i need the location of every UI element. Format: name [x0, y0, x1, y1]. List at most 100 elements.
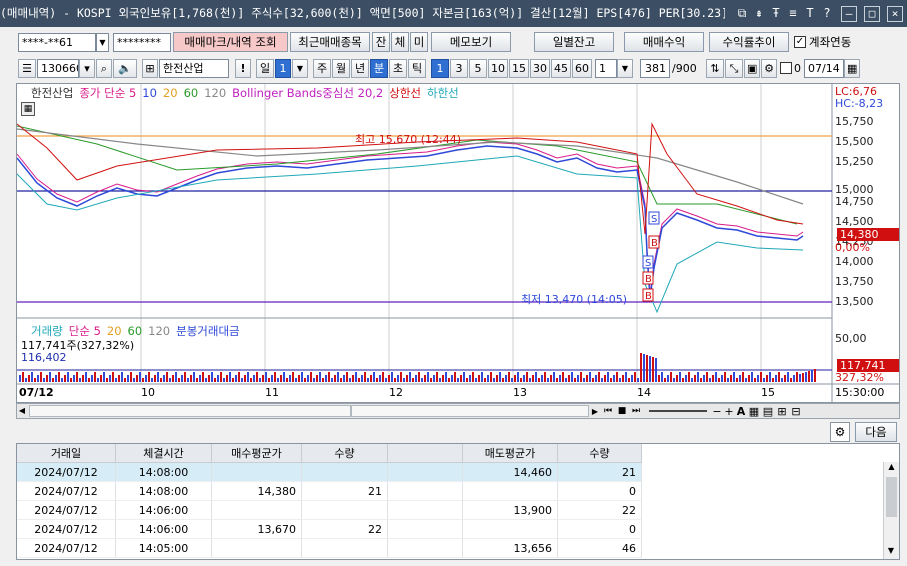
zoom-slider[interactable] — [649, 410, 707, 412]
period-month[interactable]: 월 — [332, 58, 350, 78]
scroll-right-icon[interactable]: ▶ — [589, 407, 601, 416]
daily-balance-button[interactable]: 일별잔고 — [534, 32, 614, 52]
window-restore-icon[interactable]: ⧉ — [735, 0, 749, 27]
unfilled-button[interactable]: 미 — [410, 32, 428, 52]
period-tick[interactable]: 틱 — [408, 58, 426, 78]
line-tool-icon[interactable]: ⤡ — [725, 58, 743, 78]
zoom-out-icon[interactable]: − — [711, 405, 723, 418]
trend-tool-icon[interactable]: ⇅ — [706, 58, 724, 78]
interval-1[interactable]: 1 — [431, 58, 449, 78]
volume-bar — [493, 378, 495, 382]
next-page-icon[interactable]: ⏭ — [629, 406, 643, 416]
zoom-in-icon[interactable]: + — [723, 405, 735, 418]
memo-button[interactable]: 메모보기 — [431, 32, 511, 52]
stock-code-input[interactable]: 130660 — [37, 58, 79, 78]
account-dropdown-icon[interactable]: ▼ — [96, 32, 109, 52]
period-year[interactable]: 년 — [351, 58, 369, 78]
font-icon[interactable]: A — [735, 405, 747, 418]
volume-bar — [214, 378, 216, 382]
interval-60[interactable]: 60 — [572, 58, 592, 78]
indicator-icon[interactable]: ⊞ — [775, 405, 789, 418]
volume-bar — [751, 372, 753, 382]
pin-icon[interactable]: ⇞ — [752, 0, 766, 27]
table-row[interactable]: 2024/07/12 14:06:00 13,900 22 — [17, 501, 899, 520]
next-button[interactable]: 다음 — [855, 422, 897, 442]
interval-30[interactable]: 30 — [530, 58, 550, 78]
interval-select[interactable]: 1 — [595, 58, 617, 78]
first-page-icon[interactable]: ⏮ — [601, 406, 615, 416]
zero-checkbox[interactable] — [780, 62, 792, 74]
speaker-icon[interactable]: 🔈▾ — [113, 58, 137, 92]
price-chart-panel[interactable]: S B S B B 최고 15,670 (12:44) 최저 13,470 (14:05) … — [16, 83, 900, 403]
calendar-icon[interactable]: ▦ — [844, 58, 860, 78]
table-scrollbar[interactable]: ▲ ▼ — [883, 462, 899, 559]
interval-15[interactable]: 15 — [509, 58, 529, 78]
date-input[interactable]: 07/14 — [804, 58, 844, 78]
volume-bar — [694, 375, 696, 382]
close-icon[interactable]: × — [887, 5, 903, 22]
text-icon[interactable]: T — [803, 0, 817, 27]
day-count[interactable]: 1 — [275, 58, 291, 78]
interval-5[interactable]: 5 — [469, 58, 487, 78]
day-count-dropdown-icon[interactable]: ▼ — [292, 58, 308, 78]
filled-button[interactable]: 체 — [391, 32, 409, 52]
stop-icon[interactable]: ■ — [615, 406, 629, 416]
scroll-thumb[interactable] — [351, 405, 589, 417]
table-cell: 14,460 — [463, 463, 558, 482]
layout-icon[interactable]: ▤ — [761, 405, 775, 418]
count-input[interactable]: 381 — [640, 58, 670, 78]
interval-45[interactable]: 45 — [551, 58, 571, 78]
period-week[interactable]: 주 — [313, 58, 331, 78]
minimize-icon[interactable]: – — [841, 5, 857, 22]
account-select[interactable]: ****-**61 — [18, 32, 96, 52]
table-row[interactable]: 2024/07/12 14:08:00 14,460 21 — [17, 463, 899, 482]
account-link-checkbox[interactable]: ✓ — [794, 36, 806, 48]
trade-profit-button[interactable]: 매매수익 — [624, 32, 704, 52]
grid-icon[interactable]: ▦ — [747, 405, 761, 418]
compare-icon[interactable]: ⊟ — [789, 405, 803, 418]
interval-3[interactable]: 3 — [450, 58, 468, 78]
volume-bar — [316, 375, 318, 382]
alert-icon[interactable]: ! — [235, 58, 251, 78]
table-cell: 22 — [302, 520, 388, 539]
save-icon[interactable]: ▣ — [744, 58, 760, 78]
return-trend-button[interactable]: 수익률추이 — [709, 32, 789, 52]
table-settings-icon[interactable]: ⚙ — [830, 422, 850, 442]
recent-trades-button[interactable]: 최근매매종목 — [290, 32, 370, 52]
search-icon[interactable]: ⌕ — [96, 58, 112, 78]
period-minute[interactable]: 분 — [370, 58, 388, 78]
trade-history-button[interactable]: 매매마크/내역 조회 — [173, 32, 288, 52]
help-icon[interactable]: ? — [820, 0, 834, 27]
table-toggle-icon[interactable]: ▦ — [21, 102, 35, 116]
table-row[interactable]: 2024/07/12 14:05:00 13,656 46 — [17, 539, 899, 558]
code-dropdown-icon[interactable]: ▾ — [79, 58, 95, 78]
chart-scrollbar[interactable]: ◀ ▶ ⏮ ■ ⏭ − + A ▦ ▤ ⊞ ⊟ — [16, 403, 900, 419]
table-scroll-up-icon[interactable]: ▲ — [884, 462, 899, 476]
volume-bar — [577, 375, 579, 382]
balance-button[interactable]: 잔 — [372, 32, 390, 52]
scroll-left-icon[interactable]: ◀ — [17, 404, 27, 418]
price-legend-item: 20 — [162, 86, 178, 100]
table-row[interactable]: 2024/07/12 14:06:00 13,670 22 0 — [17, 520, 899, 539]
table-row[interactable]: 2024/07/12 14:08:00 14,380 21 0 — [17, 482, 899, 501]
table-cell: 14:06:00 — [116, 501, 212, 520]
maximize-icon[interactable]: □ — [864, 5, 880, 22]
price-chart-canvas[interactable]: SBSBB최고 15,670 (12:44)최저 13,470 (14:05) — [17, 84, 899, 402]
stock-menu-icon[interactable]: ⊞ — [142, 58, 158, 78]
table-cell: 2024/07/12 — [17, 482, 116, 501]
font-size-icon[interactable]: Ŧ — [769, 0, 783, 27]
interval-dropdown-icon[interactable]: ▼ — [617, 58, 633, 78]
table-cell — [388, 482, 463, 501]
table-scroll-down-icon[interactable]: ▼ — [884, 546, 898, 559]
scroll-track[interactable] — [29, 405, 351, 417]
interval-10[interactable]: 10 — [488, 58, 508, 78]
config-icon[interactable]: ☰ — [18, 58, 36, 78]
sort-icon[interactable]: ≡ — [786, 0, 800, 27]
period-day[interactable]: 일 — [256, 58, 274, 78]
table-scroll-thumb[interactable] — [886, 477, 897, 517]
period-second[interactable]: 초 — [389, 58, 407, 78]
settings-icon[interactable]: ⚙ — [761, 58, 777, 78]
volume-bar — [388, 375, 390, 382]
price-legend-item: Bollinger Bands중심선 20,2 — [232, 86, 384, 100]
password-field[interactable]: ******** — [113, 32, 171, 52]
